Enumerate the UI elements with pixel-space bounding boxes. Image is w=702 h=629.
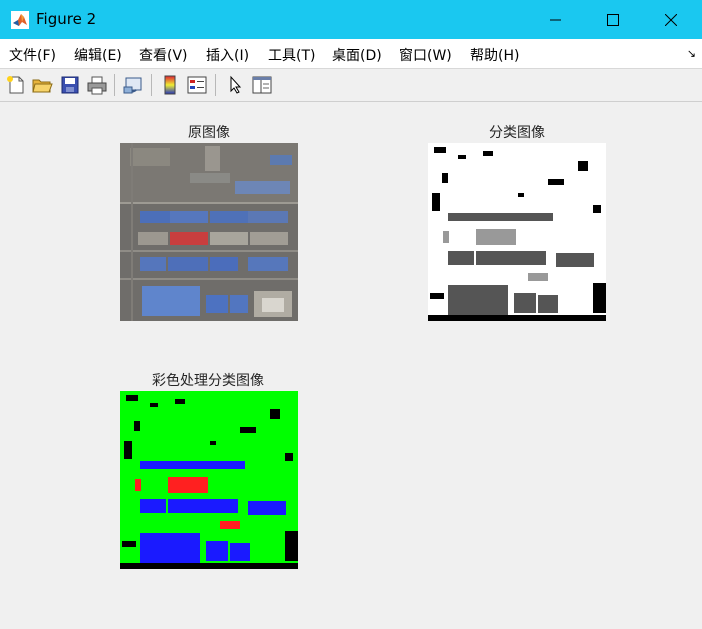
maximize-icon (607, 13, 619, 26)
link-plot-icon[interactable] (122, 74, 144, 96)
menu-dock-arrow-icon[interactable]: ↘ (687, 47, 696, 60)
classified-image-axes (428, 143, 606, 321)
maximize-button[interactable] (585, 0, 641, 39)
legend-icon[interactable] (186, 74, 208, 96)
toolbar-separator (151, 74, 152, 96)
menu-help[interactable]: 帮助(H) (470, 45, 519, 65)
toolbar-separator (215, 74, 216, 96)
classified-image-title: 分类图像 (489, 125, 545, 141)
menu-desktop[interactable]: 桌面(D) (332, 45, 382, 65)
new-figure-icon[interactable] (5, 74, 27, 96)
close-button[interactable] (643, 0, 699, 39)
figure-canvas: 原图像 分类图像 彩色处理分类图像 (0, 102, 702, 629)
colorbar-icon[interactable] (159, 74, 181, 96)
original-image-title: 原图像 (188, 125, 230, 141)
menu-file[interactable]: 文件(F) (9, 45, 56, 65)
save-icon[interactable] (59, 74, 81, 96)
minimize-icon (550, 19, 561, 20)
minimize-button[interactable] (528, 0, 584, 39)
toolbar-separator (114, 74, 115, 96)
menu-tools[interactable]: 工具(T) (268, 45, 315, 65)
print-icon[interactable] (86, 74, 108, 96)
open-file-icon[interactable] (31, 74, 53, 96)
color-classified-image-title: 彩色处理分类图像 (152, 373, 264, 389)
color-classified-image-axes (120, 391, 298, 569)
close-icon (665, 13, 677, 26)
property-inspector-icon[interactable] (251, 74, 273, 96)
menu-window[interactable]: 窗口(W) (399, 45, 452, 65)
edit-plot-arrow-icon[interactable] (224, 74, 246, 96)
matlab-logo-icon (11, 11, 29, 29)
menu-edit[interactable]: 编辑(E) (74, 45, 122, 65)
window-titlebar[interactable]: Figure 2 (0, 0, 702, 39)
window-title: Figure 2 (36, 10, 97, 28)
menu-view[interactable]: 查看(V) (139, 45, 188, 65)
figure-toolbar (0, 69, 702, 102)
original-image-axes (120, 143, 298, 321)
menu-insert[interactable]: 插入(I) (206, 45, 249, 65)
menu-bar: 文件(F) 编辑(E) 查看(V) 插入(I) 工具(T) 桌面(D) 窗口(W… (0, 39, 702, 69)
